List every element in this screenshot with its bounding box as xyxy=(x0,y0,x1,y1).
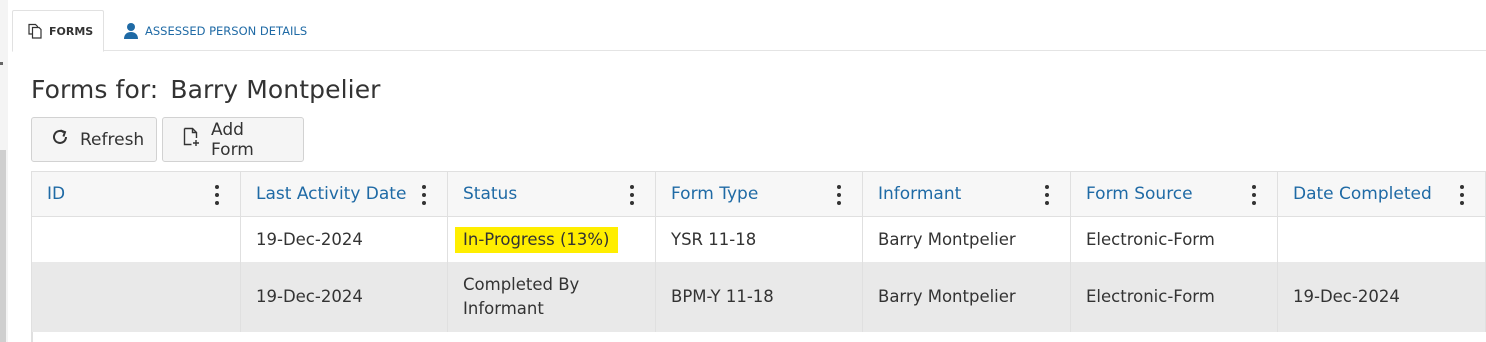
cell-form-source: Electronic-Form xyxy=(1071,217,1278,262)
add-form-button-label: Add Form xyxy=(211,119,254,160)
column-header-label: Form Type xyxy=(671,184,759,204)
table-row[interactable]: 19-Dec-2024 Completed By Informant BPM-Y… xyxy=(32,262,1486,332)
refresh-button[interactable]: Refresh xyxy=(31,117,157,162)
column-header-label: Form Source xyxy=(1086,184,1193,204)
grid-bottom-edge xyxy=(32,332,1486,342)
cell-form-source: Electronic-Form xyxy=(1071,262,1278,332)
column-header-label: Last Activity Date xyxy=(256,184,407,204)
tab-bar: FORMS ASSESSED PERSON DETAILS xyxy=(12,0,1486,52)
column-header-label: ID xyxy=(47,184,66,204)
person-icon xyxy=(123,22,139,40)
add-form-button[interactable]: Add Form xyxy=(162,117,304,162)
cell-informant: Barry Montpelier xyxy=(863,262,1071,332)
cell-id xyxy=(32,262,241,332)
column-menu-icon[interactable] xyxy=(629,185,635,205)
add-document-icon xyxy=(181,127,201,152)
table-row[interactable]: 19-Dec-2024 In-Progress (13%) YSR 11-18 … xyxy=(32,217,1486,262)
column-header-last-activity-date[interactable]: Last Activity Date xyxy=(241,172,448,216)
page-title: Forms for: Barry Montpelier xyxy=(31,75,381,104)
page-title-prefix: Forms for: xyxy=(31,75,159,104)
column-menu-icon[interactable] xyxy=(214,185,220,205)
assessed-person-name: Barry Montpelier xyxy=(170,75,381,104)
status-badge: In-Progress (13%) xyxy=(455,226,618,253)
cell-date-completed: 19-Dec-2024 xyxy=(1278,262,1486,332)
column-header-informant[interactable]: Informant xyxy=(863,172,1071,216)
status-text: Completed By Informant xyxy=(463,275,580,318)
cell-date-completed xyxy=(1278,217,1486,262)
tab-assessed-person-details-label: ASSESSED PERSON DETAILS xyxy=(145,24,308,38)
grid-header-row: ID Last Activity Date Status Form Type I… xyxy=(32,171,1486,217)
cell-last-activity-date: 19-Dec-2024 xyxy=(241,262,448,332)
tab-forms[interactable]: FORMS xyxy=(12,10,104,52)
forms-grid: ID Last Activity Date Status Form Type I… xyxy=(31,171,1486,342)
column-header-id[interactable]: ID xyxy=(32,172,241,216)
left-edge-panel xyxy=(0,0,8,342)
column-header-form-source[interactable]: Form Source xyxy=(1071,172,1278,216)
cell-status: Completed By Informant xyxy=(448,262,656,332)
tab-assessed-person-details[interactable]: ASSESSED PERSON DETAILS xyxy=(121,10,307,52)
column-header-form-type[interactable]: Form Type xyxy=(656,172,863,216)
tab-forms-label: FORMS xyxy=(49,24,94,38)
cell-last-activity-date: 19-Dec-2024 xyxy=(241,217,448,262)
cell-id xyxy=(32,217,241,262)
column-header-label: Status xyxy=(463,184,518,204)
column-header-label: Date Completed xyxy=(1293,184,1432,204)
refresh-icon xyxy=(50,127,70,152)
edge-marker xyxy=(0,62,3,65)
cell-form-type: BPM-Y 11-18 xyxy=(656,262,863,332)
column-header-label: Informant xyxy=(878,184,962,204)
column-menu-icon[interactable] xyxy=(836,185,842,205)
cell-informant: Barry Montpelier xyxy=(863,217,1071,262)
cell-status: In-Progress (13%) xyxy=(448,217,656,262)
refresh-button-label: Refresh xyxy=(80,129,145,150)
column-menu-icon[interactable] xyxy=(421,185,427,205)
forms-copy-icon xyxy=(27,23,43,39)
column-menu-icon[interactable] xyxy=(1459,185,1465,205)
column-menu-icon[interactable] xyxy=(1251,185,1257,205)
column-menu-icon[interactable] xyxy=(1044,185,1050,205)
column-header-status[interactable]: Status xyxy=(448,172,656,216)
cell-form-type: YSR 11-18 xyxy=(656,217,863,262)
column-header-date-completed[interactable]: Date Completed xyxy=(1278,172,1486,216)
scrollbar-thumb[interactable] xyxy=(0,150,6,342)
